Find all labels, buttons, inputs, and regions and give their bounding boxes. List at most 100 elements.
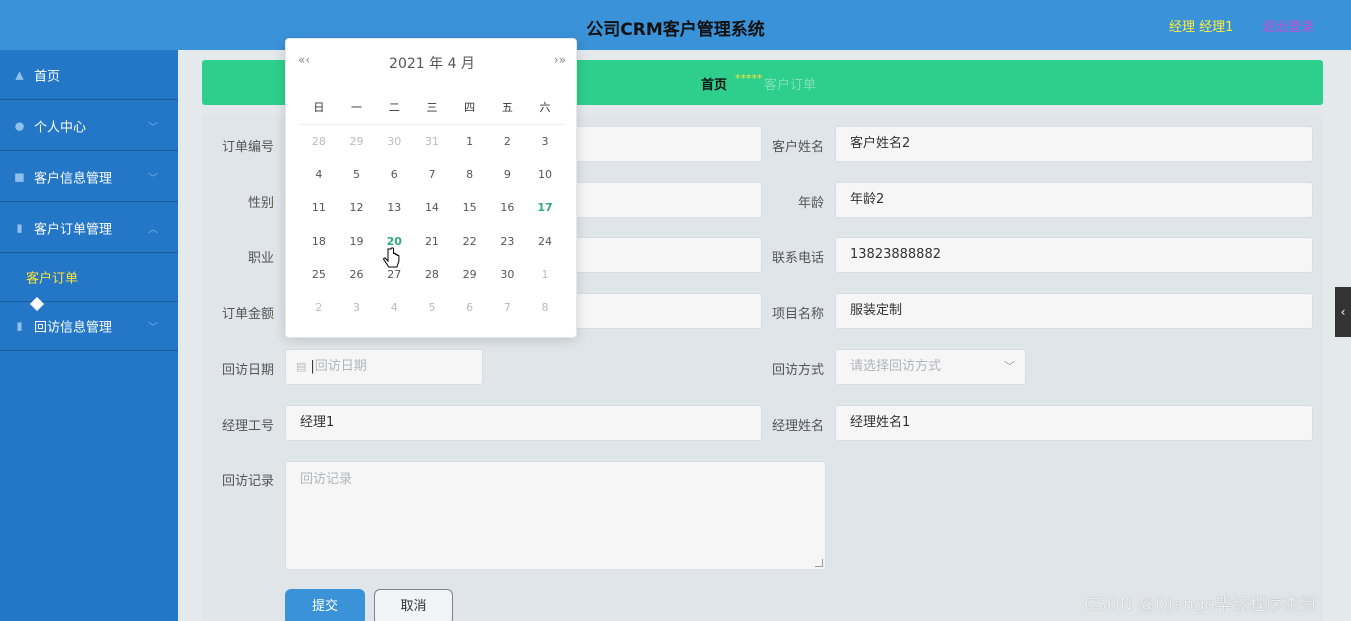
calendar-day-cell[interactable]: 7 [413,168,451,182]
visit-method-label: 回访方式 [744,359,824,378]
sidebar-item-customer-orders[interactable]: ▮ 客户订单管理 ︿ [0,203,178,253]
sidebar: ▲ 首页 ● 个人中心 ﹀ ■ 客户信息管理 ﹀ ▮ 客户订单管理 ︿ 客户订单… [0,50,178,621]
breadcrumb-home[interactable]: 首页 [701,74,727,93]
calendar-day-cell[interactable]: 5 [338,168,376,182]
project-field[interactable]: 服装定制 [835,293,1313,329]
visit-method-select[interactable]: 请选择回访方式 ﹀ [835,349,1026,385]
calendar-day-cell[interactable]: 4 [300,168,338,182]
visit-date-field[interactable]: ▤|回访日期 [285,349,483,385]
calendar-day-cell[interactable]: 30 [375,135,413,149]
record-label: 回访记录 [194,470,274,489]
visit-date-placeholder: 回访日期 [315,359,367,374]
calendar-day-cell[interactable]: 7 [489,301,527,315]
calendar-day-cell[interactable]: 13 [375,201,413,215]
calendar-day-cell[interactable]: 2 [300,301,338,315]
record-textarea[interactable]: 回访记录 [285,461,826,570]
calendar-day-cell[interactable]: 28 [413,268,451,282]
customer-name-label: 客户姓名 [744,136,824,155]
breadcrumb-current: 客户订单 [764,74,816,93]
calendar-day-cell[interactable]: 24 [526,235,564,249]
calendar-day-cell[interactable]: 11 [300,201,338,215]
sidebar-item-visit-info[interactable]: ▮ 回访信息管理 ﹀ [0,301,178,351]
chevron-down-icon: ﹀ [148,118,158,133]
submit-button[interactable]: 提交 [285,589,365,621]
chevron-down-icon: ﹀ [148,319,158,334]
age-label: 年龄 [744,192,824,211]
gender-label: 性别 [194,192,274,211]
date-picker-popup: «‹ 2021 年 4 月 ›» 日一二三四五六 282930311234567… [285,38,577,338]
manager-id-label: 经理工号 [194,415,274,434]
calendar-day-cell[interactable]: 17 [526,201,564,215]
chevron-down-icon: ﹀ [148,169,158,184]
manager-name-label: 经理姓名 [744,415,824,434]
phone-field[interactable]: 13823888882 [835,237,1313,273]
calendar-day-cell[interactable]: 26 [338,268,376,282]
calendar-day-cell[interactable]: 18 [300,235,338,249]
calendar-day-cell[interactable]: 12 [338,201,376,215]
calendar-day-cell[interactable]: 16 [489,201,527,215]
calendar-day-cell[interactable]: 4 [375,301,413,315]
calendar-day-cell[interactable]: 1 [451,135,489,149]
next-month-year-icon[interactable]: ›» [554,53,566,67]
calendar-day-cell[interactable]: 10 [526,168,564,182]
project-label: 项目名称 [744,303,824,322]
home-icon: ▲ [13,68,26,81]
table-icon: ■ [13,170,26,183]
sidebar-item-label: 客户订单管理 [34,218,112,237]
calendar-day-cell[interactable]: 8 [451,168,489,182]
manager-name-field[interactable]: 经理姓名1 [835,405,1313,441]
calendar-day-cell[interactable]: 30 [489,268,527,282]
calendar-day-cell[interactable]: 23 [489,235,527,249]
amount-label: 订单金额 [194,303,274,322]
calendar-day-cell[interactable]: 14 [413,201,451,215]
age-field[interactable]: 年龄2 [835,182,1313,218]
sidebar-item-profile[interactable]: ● 个人中心 ﹀ [0,101,178,151]
occupation-label: 职业 [194,247,274,266]
collapse-handle-chevron-left-icon[interactable]: ‹ [1335,287,1351,337]
calendar-day-cell[interactable]: 15 [451,201,489,215]
calendar-day-cell[interactable]: 22 [451,235,489,249]
cancel-button[interactable]: 取消 [374,589,453,621]
calendar-day-cell[interactable]: 3 [526,135,564,149]
hand-cursor-icon [382,247,402,273]
sidebar-item-label: 回访信息管理 [34,317,112,336]
weekday-header: 四 [451,101,489,115]
manager-id-field[interactable]: 经理1 [285,405,762,441]
calendar-day-cell[interactable]: 1 [526,268,564,282]
sidebar-subitem-label: 客户订单 [26,268,78,287]
date-picker-title[interactable]: 2021 年 4 月 [286,53,578,73]
sidebar-item-label: 客户信息管理 [34,167,112,186]
calendar-day-cell[interactable]: 8 [526,301,564,315]
visit-method-placeholder: 请选择回访方式 [850,359,941,374]
calendar-day-cell[interactable]: 2 [489,135,527,149]
weekday-header: 六 [526,101,564,115]
sidebar-item-label: 首页 [34,65,60,84]
calendar-day-cell[interactable]: 29 [338,135,376,149]
calendar-day-cell[interactable]: 6 [375,168,413,182]
customer-name-field[interactable]: 客户姓名2 [835,126,1313,162]
weekday-header: 三 [413,101,451,115]
calendar-day-cell[interactable]: 21 [413,235,451,249]
chevron-up-icon: ︿ [148,220,158,235]
calendar-day-cell[interactable]: 3 [338,301,376,315]
calendar-day-cell[interactable]: 19 [338,235,376,249]
calendar-day-cell[interactable]: 28 [300,135,338,149]
order-no-label: 订单编号 [194,136,274,155]
logout-link[interactable]: 退出登录 [1262,16,1314,35]
visit-date-label: 回访日期 [194,359,274,378]
calendar-day-cell[interactable]: 5 [413,301,451,315]
calendar-day-cell[interactable]: 6 [451,301,489,315]
calendar-day-cell[interactable]: 29 [451,268,489,282]
sidebar-subitem-customer-order[interactable]: 客户订单 [0,254,178,300]
calendar-day-cell[interactable]: 25 [300,268,338,282]
date-picker-header: «‹ 2021 年 4 月 ›» [286,53,578,73]
weekday-header: 日 [300,101,338,115]
calendar-day-cell[interactable]: 31 [413,135,451,149]
resize-handle-icon[interactable] [815,559,823,567]
calendar-day-cell[interactable]: 9 [489,168,527,182]
clipboard-icon: ▮ [13,221,26,234]
user-icon: ● [13,119,26,132]
sidebar-item-customer-info[interactable]: ■ 客户信息管理 ﹀ [0,152,178,202]
calendar-icon: ▤ [296,360,306,373]
sidebar-item-home[interactable]: ▲ 首页 [0,50,178,100]
